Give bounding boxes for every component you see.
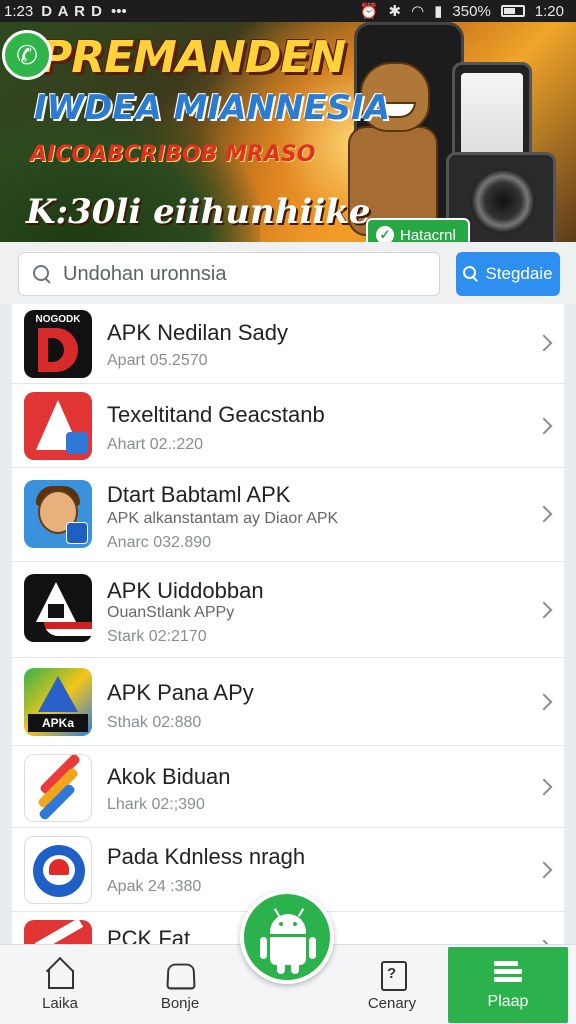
app-subtitle: APK alkanstantam ay Diaor APK xyxy=(107,510,339,527)
chevron-right-icon xyxy=(535,334,553,352)
notification-icons: D A R D xyxy=(41,2,103,20)
alarm-icon: ⏰ xyxy=(359,3,379,20)
status-clock: 1:20 xyxy=(534,2,564,20)
search-button-icon xyxy=(463,266,479,282)
brand-red-icon xyxy=(24,920,92,944)
app-name: APK Pana APy xyxy=(107,680,254,705)
search-bar: Stegdaie xyxy=(0,242,576,304)
icon-text: NOGODK xyxy=(35,314,81,325)
app-list: NOGODK APK Nedilan Sady Apart 05.2570 Te… xyxy=(12,304,564,944)
battery-icon xyxy=(500,5,525,17)
nav-label: Laika xyxy=(42,994,78,1012)
phone-call-icon[interactable]: ✆ xyxy=(2,30,52,80)
banner-badge-label: Hatacrnl xyxy=(400,226,456,243)
search-icon xyxy=(31,263,53,285)
app-subtitle: OuanStlank APPy xyxy=(107,604,235,621)
app-meta: Apart 05.2570 xyxy=(107,352,208,369)
list-item[interactable]: APK Uiddobban OuanStlank APPy Stark 02:2… xyxy=(12,562,564,658)
chevron-right-icon xyxy=(535,417,553,435)
home-icon xyxy=(45,959,75,989)
list-item[interactable]: Akok Biduan Lhark 02:;390 xyxy=(12,746,564,828)
battery-percent: 350% xyxy=(452,2,491,20)
list-item[interactable]: APKa APK Pana APy Sthak 02:880 xyxy=(12,658,564,746)
chevron-right-icon xyxy=(535,601,553,619)
round-chat-icon xyxy=(24,836,92,904)
brand-apk-icon: APKa xyxy=(24,668,92,736)
nav-help[interactable]: Cenary xyxy=(342,945,442,1024)
nav-home[interactable]: Laika xyxy=(10,945,110,1024)
app-meta: Apak 24 :380 xyxy=(107,878,202,895)
stripes-icon xyxy=(24,754,92,822)
chevron-right-icon xyxy=(535,778,553,796)
banner-tagline: AICOABCRIBOB MRASO xyxy=(30,142,316,167)
app-name: PCK Fat xyxy=(107,926,191,944)
app-name: Pada Kdnless nragh xyxy=(107,844,306,869)
banner-badge[interactable]: ✓ Hatacrnl xyxy=(366,218,470,242)
status-time-left: 1:23 xyxy=(4,2,34,20)
chevron-right-icon xyxy=(535,861,553,879)
signal-icon: ▮ xyxy=(434,3,443,20)
bluetooth-icon: ✱ xyxy=(388,3,402,20)
app-meta: Lhark 02:;390 xyxy=(107,796,205,813)
app-screen: 1:23 D A R D ••• ⏰ ✱ ◠ ▮ 350% 1:20 ✆ PRE… xyxy=(0,0,576,1024)
brand-a-icon xyxy=(24,392,92,460)
app-meta: Stark 02:2170 xyxy=(107,628,207,645)
app-name: Texeltitand Geacstanb xyxy=(107,402,325,427)
nav-label: Plaap xyxy=(487,993,529,1010)
nav-label: Cenary xyxy=(367,994,417,1012)
search-button-label: Stegdaie xyxy=(485,264,553,283)
avatar-boy-icon xyxy=(24,480,92,548)
chevron-right-icon xyxy=(535,693,553,711)
search-input[interactable] xyxy=(63,262,423,286)
nav-categories[interactable]: Bonje xyxy=(130,945,230,1024)
nav-play[interactable]: Plaap xyxy=(448,947,568,1023)
chevron-right-icon xyxy=(535,505,553,523)
app-meta: Ahart 02.:220 xyxy=(107,436,204,453)
app-name: APK Nedilan Sady xyxy=(107,320,288,345)
icon-text: APKa xyxy=(28,714,88,732)
doc-question-icon xyxy=(377,959,407,991)
play-store-icon xyxy=(492,959,524,987)
brand-flag-icon xyxy=(24,574,92,642)
brand-d-icon: NOGODK xyxy=(24,310,92,378)
app-meta: Anarc 032.890 xyxy=(107,534,212,551)
android-fab[interactable] xyxy=(240,890,334,984)
promo-banner[interactable]: ✆ PREMANDEN IWDEA MIANNESIA AICOABCRIBOB… xyxy=(0,22,576,242)
check-icon: ✓ xyxy=(376,226,394,242)
list-item[interactable]: NOGODK APK Nedilan Sady Apart 05.2570 xyxy=(12,304,564,384)
app-name: APK Uiddobban xyxy=(107,578,264,603)
overflow-icon: ••• xyxy=(110,2,127,20)
banner-title: PREMANDEN xyxy=(40,32,346,83)
shape-icon xyxy=(165,959,195,989)
wifi-icon: ◠ xyxy=(411,3,425,20)
search-field[interactable] xyxy=(18,252,440,296)
banner-footer: K:30li eiihunhiike xyxy=(26,192,371,232)
app-meta: Sthak 02:880 xyxy=(107,714,202,731)
list-item[interactable]: Texeltitand Geacstanb Ahart 02.:220 xyxy=(12,384,564,468)
status-bar: 1:23 D A R D ••• ⏰ ✱ ◠ ▮ 350% 1:20 xyxy=(0,0,576,22)
banner-subtitle: IWDEA MIANNESIA xyxy=(34,88,391,128)
list-item[interactable]: Dtart Babtaml APK APK alkanstantam ay Di… xyxy=(12,468,564,562)
app-name: Akok Biduan xyxy=(107,764,231,789)
app-name: Dtart Babtaml APK xyxy=(107,482,291,507)
nav-label: Bonje xyxy=(160,994,200,1012)
search-button[interactable]: Stegdaie xyxy=(456,252,560,296)
